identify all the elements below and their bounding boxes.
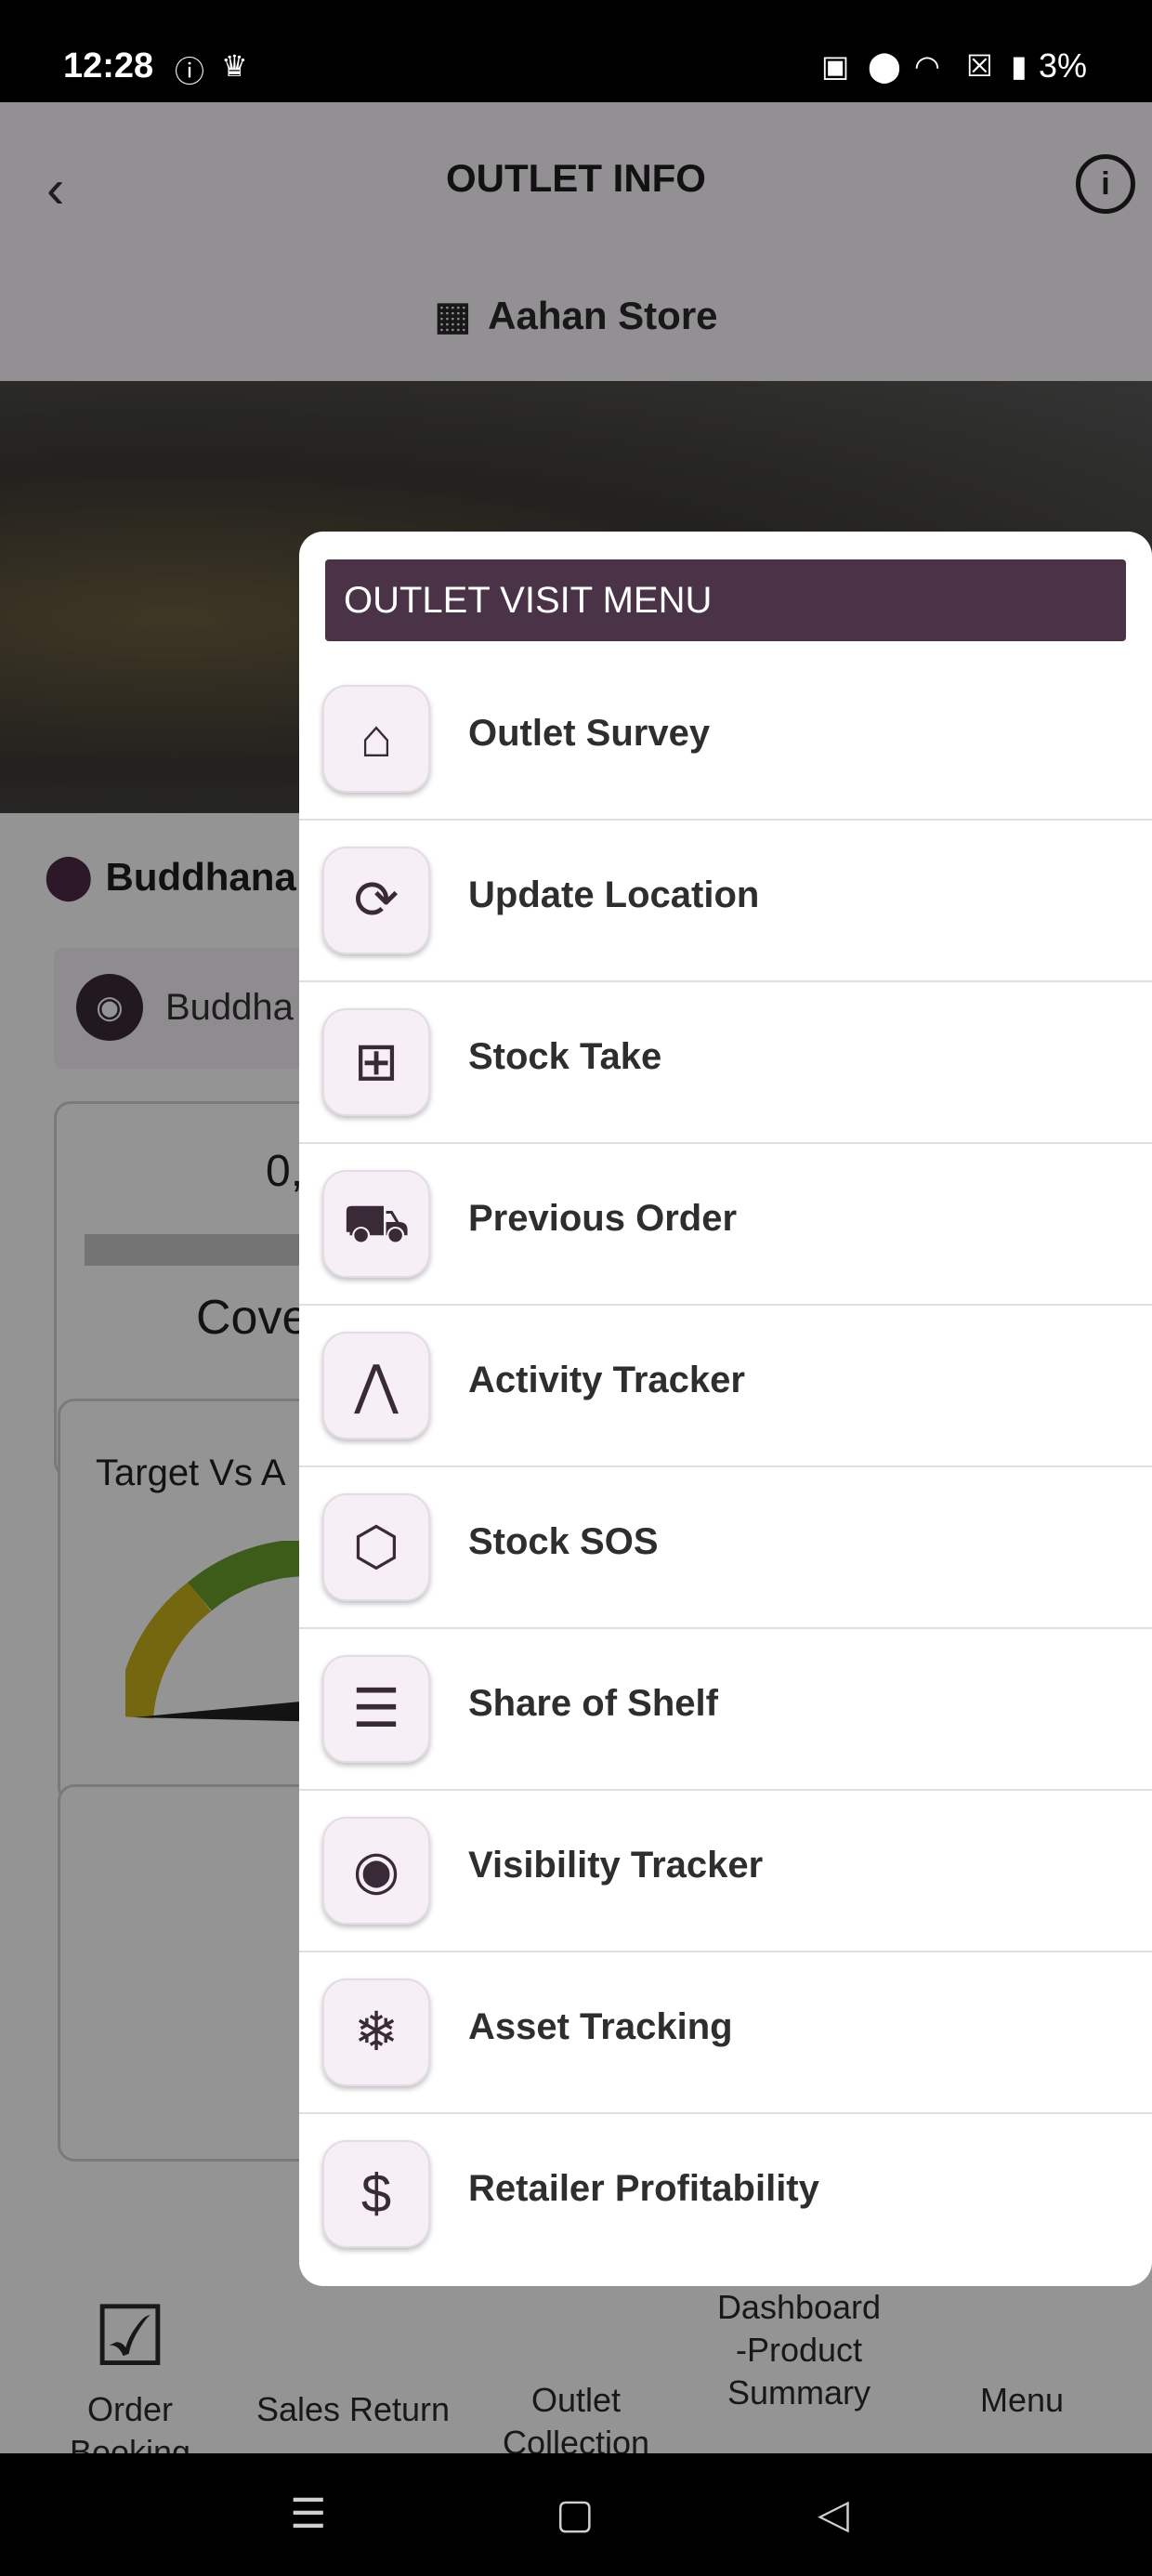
menu-item-asset-tracking[interactable]: ❄ Asset Tracking xyxy=(299,1951,1152,2114)
money-growth-icon: $ xyxy=(322,2140,430,2248)
menu-item-activity-tracker[interactable]: ⋀ Activity Tracker xyxy=(299,1304,1152,1467)
menu-item-label: Visibility Tracker xyxy=(468,1845,764,1886)
footsteps-icon: ⋀ xyxy=(322,1332,430,1439)
system-navigation-bar: ☰ ▢ ◁ xyxy=(0,2453,1152,2576)
menu-item-stock-sos[interactable]: ⬡ Stock SOS xyxy=(299,1465,1152,1629)
wifi-icon: ◠ xyxy=(914,49,940,83)
menu-item-label: Asset Tracking xyxy=(468,2006,733,2047)
menu-item-label: Activity Tracker xyxy=(468,1360,745,1400)
status-bar: 12:28 ⓘ ♛ ▣ ⬤ ◠ ☒ ▮ 3% xyxy=(0,0,1152,102)
menu-item-stock-take[interactable]: ⊞ Stock Take xyxy=(299,980,1152,1144)
battery-icon: ▮ xyxy=(1011,49,1028,83)
package-alert-icon: ⬡ xyxy=(322,1493,430,1601)
location-icon: ⬤ xyxy=(868,49,901,83)
menu-item-share-of-shelf[interactable]: ☰ Share of Shelf xyxy=(299,1627,1152,1791)
menu-item-label: Previous Order xyxy=(468,1198,738,1239)
recents-icon[interactable]: ☰ xyxy=(290,2491,326,2538)
nfc-icon: ▣ xyxy=(821,49,850,83)
eye-pin-icon: ◉ xyxy=(322,1817,430,1925)
location-refresh-icon: ⟳ xyxy=(322,847,430,954)
storefront-icon: ⌂ xyxy=(322,685,430,793)
crown-icon: ♛ xyxy=(221,49,248,83)
menu-item-label: Update Location xyxy=(468,874,760,915)
menu-item-visibility-tracker[interactable]: ◉ Visibility Tracker xyxy=(299,1789,1152,1952)
menu-item-retailer-profitability[interactable]: $ Retailer Profitability xyxy=(299,2112,1152,2274)
fridge-icon: ❄ xyxy=(322,1978,430,2086)
menu-item-update-location[interactable]: ⟳ Update Location xyxy=(299,819,1152,982)
menu-item-label: Stock Take xyxy=(468,1036,662,1077)
notification-icon: ⓘ xyxy=(175,55,205,88)
status-time: 12:28 xyxy=(63,46,154,85)
menu-item-label: Stock SOS xyxy=(468,1521,659,1562)
menu-item-outlet-survey[interactable]: ⌂ Outlet Survey xyxy=(299,657,1152,821)
menu-item-label: Share of Shelf xyxy=(468,1683,718,1724)
menu-title: OUTLET VISIT MENU xyxy=(325,559,1126,641)
sim-off-icon: ☒ xyxy=(966,49,993,83)
back-icon[interactable]: ◁ xyxy=(818,2491,849,2538)
cart-icon: ⛟ xyxy=(322,1170,430,1278)
outlet-visit-menu: OUTLET VISIT MENU ⌂ Outlet Survey ⟳ Upda… xyxy=(299,532,1152,2286)
home-icon[interactable]: ▢ xyxy=(556,2491,595,2538)
battery-percent: 3% xyxy=(1039,46,1088,85)
menu-item-label: Retailer Profitability xyxy=(468,2168,819,2209)
menu-item-previous-order[interactable]: ⛟ Previous Order xyxy=(299,1142,1152,1306)
menu-item-label: Outlet Survey xyxy=(468,713,711,754)
shelf-icon: ☰ xyxy=(322,1655,430,1763)
box-plus-icon: ⊞ xyxy=(322,1008,430,1116)
